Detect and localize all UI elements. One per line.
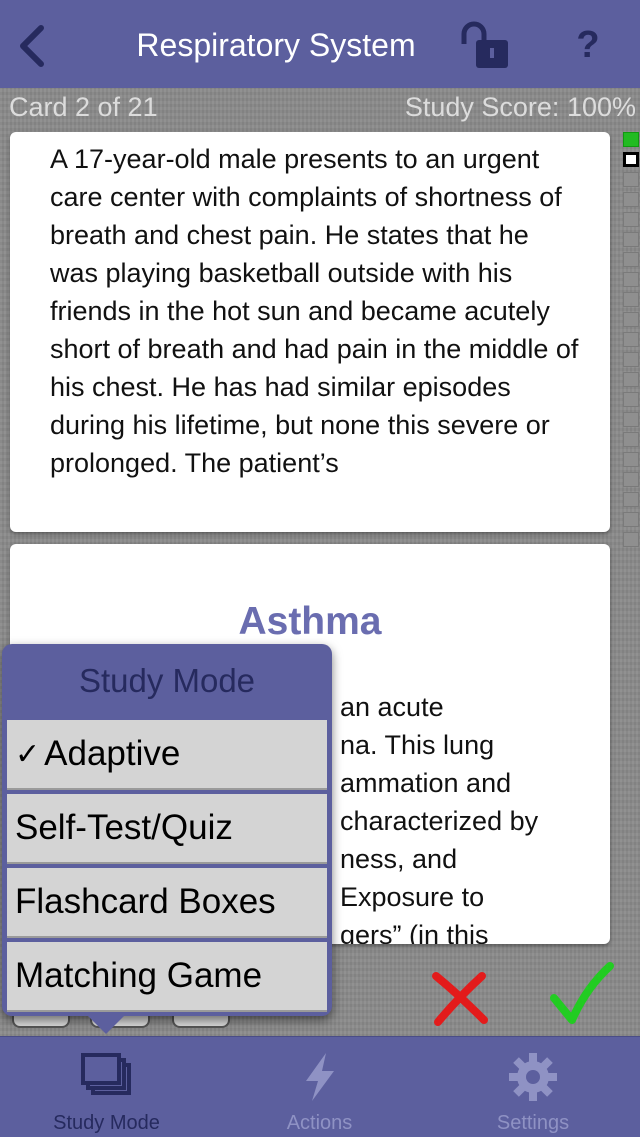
tab-label: Settings (496, 1112, 570, 1134)
mark-correct-button[interactable] (548, 962, 614, 1028)
lock-button[interactable] (456, 18, 516, 72)
progress-cell (623, 272, 639, 287)
checkmark-icon (550, 962, 614, 1024)
navigation-bar: Respiratory System ? (0, 0, 640, 88)
tab-label: Study Mode (53, 1112, 160, 1134)
progress-cell (623, 212, 639, 227)
question-card[interactable]: A 17-year-old male presents to an urgent… (10, 132, 610, 532)
progress-cell (623, 412, 639, 427)
menu-item-label: Adaptive (44, 734, 181, 773)
stacked-cards-icon (80, 1053, 131, 1095)
answer-text: an acute na. This lung ammation and char… (340, 692, 539, 944)
page-title: Respiratory System (136, 27, 416, 63)
tab-settings[interactable]: Settings (426, 1037, 640, 1137)
study-score: Study Score: 100% (404, 92, 636, 122)
progress-cell (623, 232, 639, 247)
back-button[interactable] (8, 18, 56, 74)
lightning-icon (305, 1053, 334, 1101)
progress-cell (623, 372, 639, 387)
progress-cell (623, 312, 639, 327)
progress-track (621, 132, 640, 552)
status-row: Card 2 of 21 Study Score: 100% (0, 88, 640, 126)
menu-item-label: Self-Test/Quiz (15, 808, 233, 847)
tab-label: Actions (286, 1112, 353, 1134)
progress-cell (623, 452, 639, 467)
menu-item-matching-game[interactable]: Matching Game (7, 942, 327, 1012)
progress-cell (623, 192, 639, 207)
tab-study-mode[interactable]: Study Mode (0, 1037, 213, 1137)
menu-item-adaptive[interactable]: ✓ Adaptive (7, 720, 327, 790)
progress-cell (623, 332, 639, 347)
progress-cell-current (623, 152, 639, 167)
progress-cell (623, 532, 639, 547)
study-mode-popover: Study Mode ✓ Adaptive Self-Test/Quiz Fla… (2, 644, 332, 1016)
popover-arrow (86, 1014, 126, 1034)
card-counter: Card 2 of 21 (9, 92, 158, 122)
menu-item-self-test-quiz[interactable]: Self-Test/Quiz (7, 794, 327, 864)
checkmark-icon: ✓ (15, 737, 41, 771)
progress-cell (623, 512, 639, 527)
progress-cell (623, 172, 639, 187)
progress-cell-complete (623, 132, 639, 147)
x-mark-icon (432, 972, 488, 1026)
tab-bar: Study Mode Actions Settings (0, 1036, 640, 1137)
gear-icon (509, 1053, 557, 1101)
menu-item-flashcard-boxes[interactable]: Flashcard Boxes (7, 868, 327, 938)
mark-incorrect-button[interactable] (428, 968, 492, 1028)
menu-item-label: Flashcard Boxes (15, 882, 276, 921)
progress-cell (623, 252, 639, 267)
progress-cell (623, 352, 639, 367)
menu-item-label: Matching Game (15, 956, 263, 995)
chevron-left-icon (20, 25, 44, 67)
unlock-icon (461, 21, 508, 68)
progress-cell (623, 492, 639, 507)
progress-cell (623, 392, 639, 407)
tab-actions[interactable]: Actions (213, 1037, 426, 1137)
popover-title: Study Mode (78, 662, 256, 699)
question-text: A 17-year-old male presents to an urgent… (50, 144, 579, 478)
progress-cell (623, 472, 639, 487)
progress-cell (623, 432, 639, 447)
progress-cell (623, 292, 639, 307)
help-button[interactable]: ? (560, 22, 616, 68)
answer-title: Asthma (238, 600, 382, 643)
